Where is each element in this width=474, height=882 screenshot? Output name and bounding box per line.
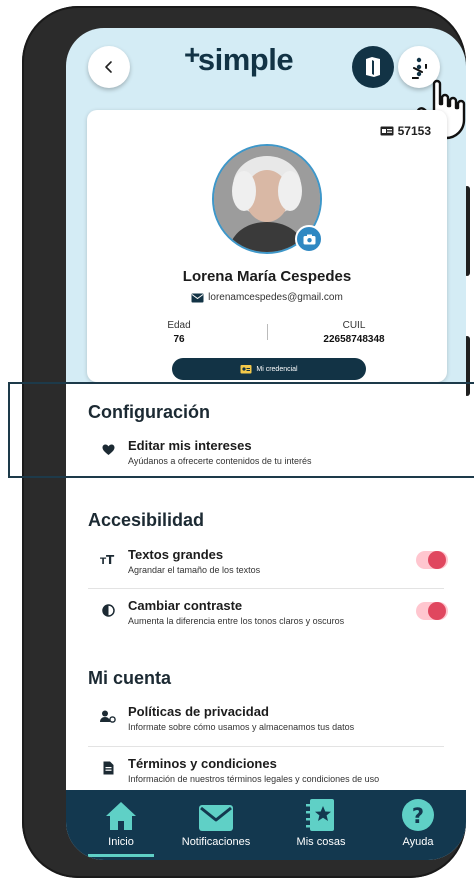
user-email: lorenamcespedes@gmail.com [87,292,447,303]
credential-button[interactable]: Mi credencial [172,358,366,380]
toggle-knob [428,551,446,569]
change-photo-button[interactable] [295,225,323,253]
bottom-nav: Inicio Notificaciones Mis cosas ? Ayuda [66,790,466,860]
row-politicas-privacidad[interactable]: Políticas de privacidad Informate sobre … [88,704,448,736]
stat-age: Edad 76 [167,320,191,345]
chevron-left-icon [105,61,112,73]
nav-active-indicator [88,854,154,857]
nav-item-notificaciones[interactable]: Notificaciones [166,796,266,848]
map-icon [366,57,380,77]
badge-icon [240,365,252,374]
help-icon: ? [368,796,466,832]
row-textos-grandes[interactable]: T T Textos grandes Agrandar el tamaño de… [88,547,448,579]
section-title-accesibilidad: Accesibilidad [88,510,205,530]
svg-text:?: ? [412,804,424,828]
profile-card: 57153 Lorena María Cespedes lorenamcespe… [87,110,447,382]
toggle-knob [428,602,446,620]
document-icon [100,760,116,776]
back-button[interactable] [88,46,130,88]
stat-divider [267,324,268,340]
envelope-icon [191,293,204,302]
row-divider [88,746,444,747]
row-divider [88,588,444,589]
brand-map-button[interactable] [352,46,394,88]
large-text-toggle[interactable] [416,551,448,569]
highlight-box [8,382,474,478]
privacy-icon [100,708,116,724]
notebook-star-icon [271,796,371,832]
svg-text:T: T [106,553,115,565]
home-icon [71,796,171,832]
envelope-icon [166,796,266,832]
contrast-toggle[interactable] [416,602,448,620]
nav-item-inicio[interactable]: Inicio [71,796,171,848]
row-cambiar-contraste[interactable]: Cambiar contraste Aumenta la diferencia … [88,598,448,630]
user-name: Lorena María Cespedes [182,268,352,285]
app-header: +simple [66,28,466,140]
id-card-icon [380,126,394,136]
nav-item-mis-cosas[interactable]: Mis cosas [271,796,371,848]
camera-icon [303,234,315,244]
nav-item-ayuda[interactable]: ? Ayuda [368,796,466,848]
app-logo: +simple [184,39,294,77]
row-terminos-condiciones[interactable]: Términos y condiciones Información de nu… [88,756,448,788]
text-size-icon: T T [100,551,116,567]
stat-cuil: CUIL 22658748348 [323,320,385,345]
contrast-icon [100,602,116,618]
section-title-mi-cuenta: Mi cuenta [88,668,172,688]
member-id: 57153 [380,124,431,138]
